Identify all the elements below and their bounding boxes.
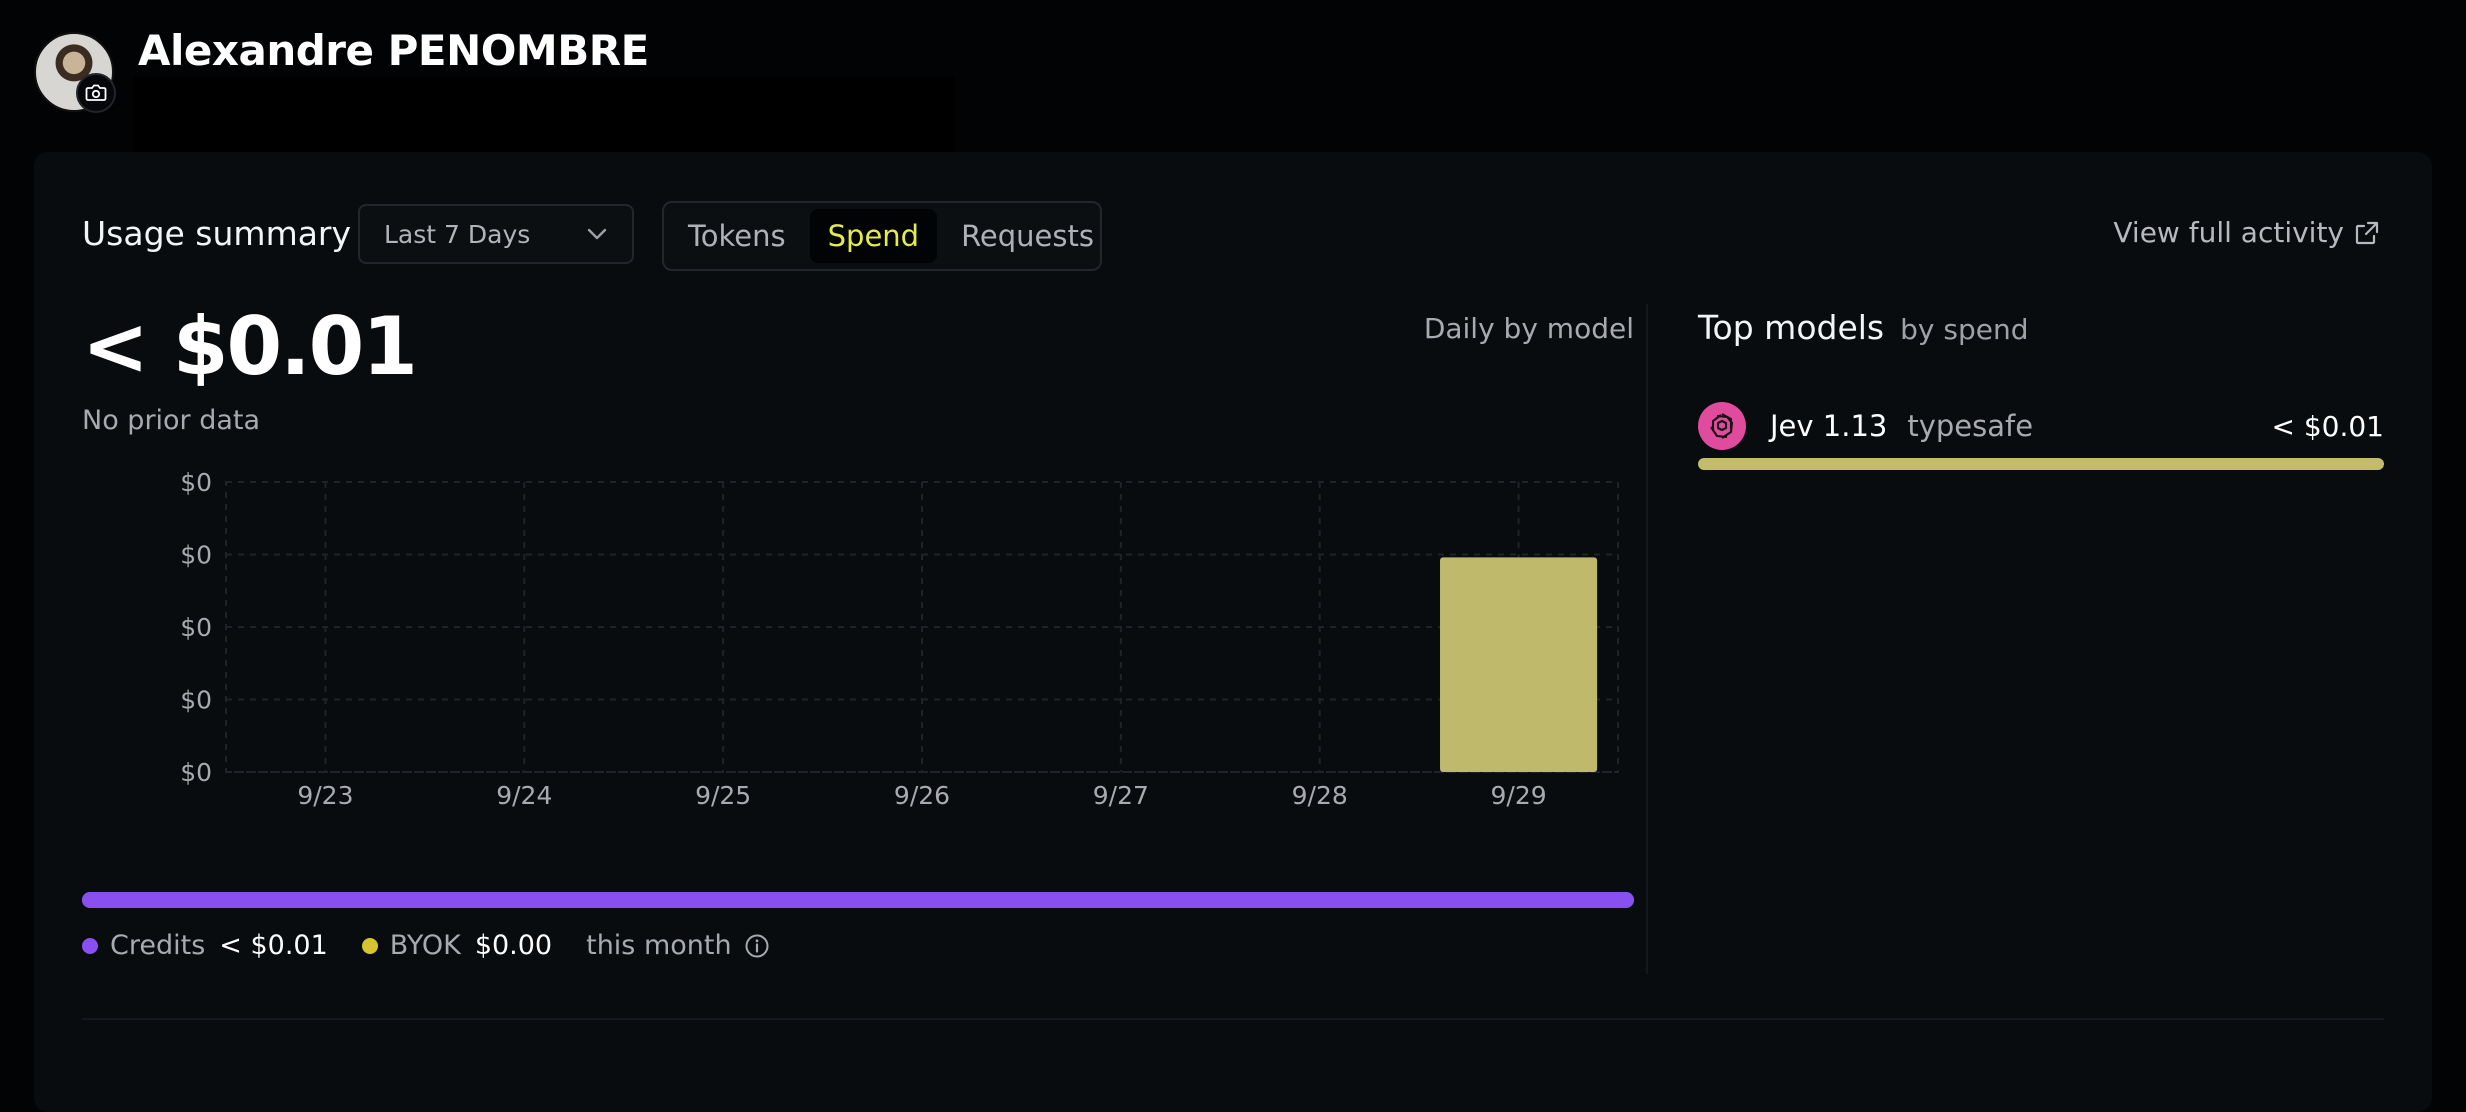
x-tick-label: 9/29 bbox=[1491, 781, 1547, 810]
model-name: Jev 1.13 bbox=[1770, 409, 1888, 443]
model-share-bar bbox=[1698, 458, 2384, 470]
spend-chart: $0 $0 $0 $0 $0 9/23 9/24 9/25 9/26 9/27 9/28 9/29 bbox=[180, 470, 1619, 810]
view-full-activity-label: View full activity bbox=[2113, 216, 2344, 249]
chart-bar bbox=[1440, 557, 1598, 772]
metric-tabs: Tokens Spend Requests bbox=[662, 201, 1102, 271]
model-amount: < $0.01 bbox=[2271, 409, 2384, 443]
bottom-divider bbox=[82, 1018, 2384, 1020]
tab-spend[interactable]: Spend bbox=[809, 209, 938, 263]
profile-name: Alexandre PENOMBRE bbox=[138, 26, 649, 75]
section-divider bbox=[1646, 304, 1648, 974]
usage-card: Usage summary Last 7 Days Tokens Spend R… bbox=[34, 152, 2432, 1112]
x-tick-label: 9/25 bbox=[695, 781, 751, 810]
x-tick-label: 9/28 bbox=[1292, 781, 1348, 810]
view-full-activity-link[interactable]: View full activity bbox=[2113, 216, 2380, 249]
credits-value: < $0.01 bbox=[219, 930, 328, 961]
profile-header: Alexandre PENOMBRE bbox=[34, 26, 1034, 162]
tab-tokens[interactable]: Tokens bbox=[670, 209, 804, 263]
openai-icon bbox=[1698, 402, 1746, 450]
x-tick-label: 9/23 bbox=[297, 781, 353, 810]
comparison-text: No prior data bbox=[82, 405, 261, 436]
model-row[interactable]: Jev 1.13 typesafe < $0.01 bbox=[1698, 398, 2384, 454]
x-tick-label: 9/24 bbox=[496, 781, 552, 810]
byok-dot bbox=[361, 937, 378, 954]
credits-legend: Credits < $0.01 BYOK $0.00 this month bbox=[82, 930, 770, 961]
credits-dot bbox=[82, 937, 98, 954]
redacted-area bbox=[134, 77, 954, 159]
model-provider: typesafe bbox=[1907, 409, 2034, 443]
external-link-icon bbox=[2355, 221, 2379, 244]
tab-requests[interactable]: Requests bbox=[943, 209, 1112, 263]
top-models-title: Top models bbox=[1698, 308, 1885, 347]
total-spend: < $0.01 bbox=[82, 300, 418, 393]
x-tick-label: 9/26 bbox=[894, 781, 950, 810]
credits-fill bbox=[82, 892, 1634, 908]
chart-mode-label: Daily by model bbox=[1423, 312, 1634, 345]
camera-icon[interactable] bbox=[76, 73, 116, 113]
usage-summary-title: Usage summary bbox=[82, 214, 352, 253]
range-dropdown[interactable]: Last 7 Days bbox=[358, 204, 634, 264]
range-dropdown-value: Last 7 Days bbox=[384, 219, 531, 249]
y-tick-label: $0 bbox=[180, 541, 212, 570]
byok-label: BYOK bbox=[389, 930, 461, 961]
byok-value: $0.00 bbox=[474, 930, 553, 961]
top-models-subtitle: by spend bbox=[1900, 313, 2029, 346]
top-models-header: Top models by spend bbox=[1698, 308, 2028, 347]
chevron-down-icon bbox=[587, 228, 607, 240]
y-tick-label: $0 bbox=[180, 470, 212, 497]
y-tick-label: $0 bbox=[180, 686, 212, 715]
y-tick-label: $0 bbox=[180, 758, 212, 787]
y-tick-label: $0 bbox=[180, 613, 212, 642]
x-tick-label: 9/27 bbox=[1093, 781, 1149, 810]
credits-label: Credits bbox=[110, 930, 206, 961]
info-icon[interactable] bbox=[744, 933, 770, 959]
credits-split-bar bbox=[82, 892, 1634, 908]
period-label: this month bbox=[586, 930, 732, 961]
